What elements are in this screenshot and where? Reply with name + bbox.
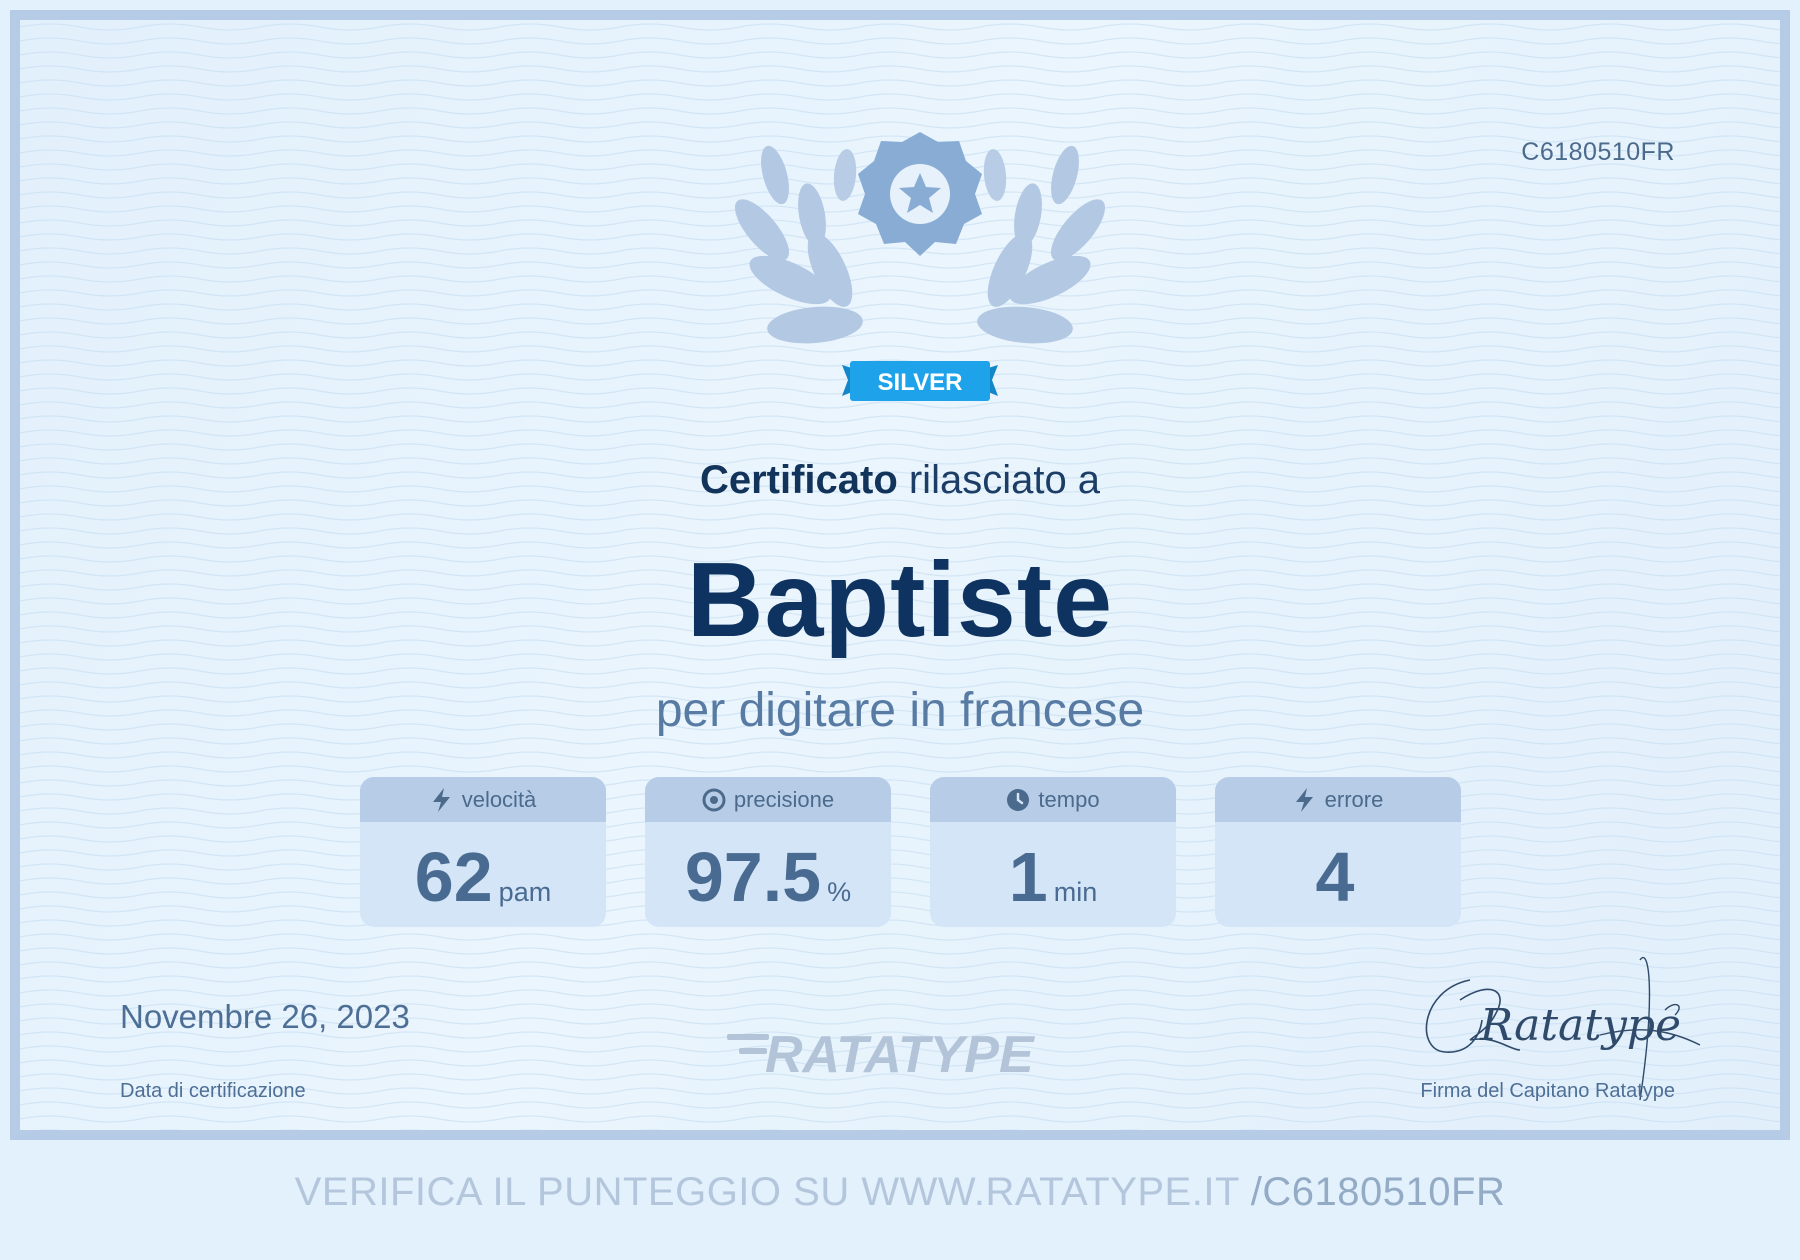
stat-unit: %	[827, 877, 852, 907]
clock-icon	[1007, 788, 1030, 811]
stat-label: tempo	[1038, 786, 1100, 812]
stat-card-time: tempo 1 min	[930, 777, 1176, 927]
issued-bold: Certificato	[699, 458, 898, 502]
badge-label: SILVER	[878, 369, 963, 396]
stat-head: errore	[1215, 777, 1461, 822]
stat-unit: min	[1053, 877, 1098, 907]
stat-body: 97.5 %	[645, 822, 891, 927]
lightning-icon	[432, 787, 450, 812]
ribbon-badge: SILVER	[842, 361, 998, 401]
svg-text:RATATYPE: RATATYPE	[765, 1026, 1035, 1084]
certificate-subject: per digitare in francese	[655, 684, 1145, 737]
stat-head: tempo	[930, 777, 1176, 822]
svg-text:Ratatype: Ratatype	[1479, 1000, 1681, 1051]
stat-label: errore	[1324, 786, 1384, 812]
certification-date: Novembre 26, 2023	[120, 998, 410, 1035]
issued-rest: rilasciato a	[897, 458, 1101, 502]
stat-value: 97.5	[684, 838, 822, 916]
issued-line: Certificato rilasciato a	[20, 458, 1780, 503]
stat-unit: pam	[498, 877, 552, 907]
star-seal-icon	[858, 132, 982, 256]
stat-head: velocità	[360, 777, 606, 822]
certificate-code: C6180510FR	[1521, 138, 1675, 166]
verify-text: VERIFICA IL PUNTEGGIO SU WWW.RATATYPE.IT	[294, 1170, 1240, 1214]
verify-code: /C6180510FR	[1250, 1170, 1506, 1214]
stat-card-speed: velocità 62 pam	[360, 777, 606, 927]
stat-value: 4	[1315, 838, 1355, 916]
recipient-name: Baptiste	[686, 541, 1114, 659]
laurel-emblem: SILVER	[735, 132, 1105, 401]
stat-card-errors: errore 4	[1215, 777, 1461, 927]
certification-date-label: Data di certificazione	[120, 1080, 306, 1102]
stat-value: 1	[1008, 838, 1048, 916]
stat-value: 62	[414, 838, 493, 916]
stat-head: precisione	[645, 777, 891, 822]
laurel-right-icon	[977, 145, 1105, 344]
certificate-frame: C6180510FR SILVER Certificato rilasciato…	[10, 10, 1790, 1140]
lightning-icon	[1295, 787, 1313, 812]
verify-line: VERIFICA IL PUNTEGGIO SU WWW.RATATYPE.IT…	[0, 1170, 1800, 1215]
laurel-left-icon	[735, 145, 863, 344]
stat-body: 4	[1215, 822, 1461, 927]
signature-label: Firma del Capitano Ratatype	[1420, 1080, 1675, 1102]
stats-row: velocità 62 pam precisione 97.5 % tempo	[360, 777, 1461, 927]
stat-body: 62 pam	[360, 822, 606, 927]
stat-card-accuracy: precisione 97.5 %	[645, 777, 891, 927]
ratatype-logo: RATATYPE	[727, 1026, 1035, 1084]
target-icon	[702, 788, 726, 811]
stat-body: 1 min	[930, 822, 1176, 927]
stat-label: precisione	[733, 786, 835, 812]
stat-label: velocità	[461, 786, 537, 812]
